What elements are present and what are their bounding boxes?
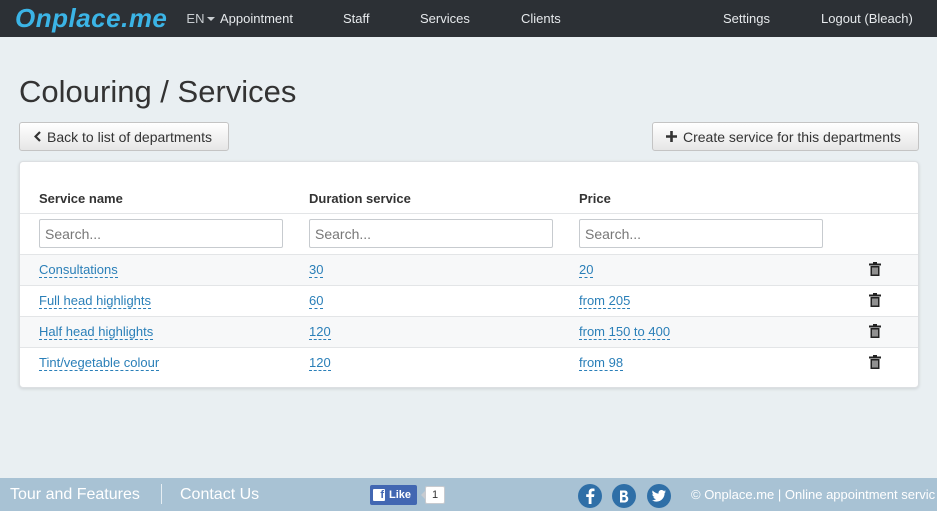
- twitter-icon[interactable]: [647, 484, 671, 508]
- plus-icon: [666, 129, 677, 145]
- create-service-label: Create service for this departments: [683, 128, 901, 145]
- trash-icon[interactable]: [869, 324, 881, 338]
- services-table-panel: Service name Duration service Price Cons…: [19, 161, 919, 388]
- price-link[interactable]: 20: [579, 262, 594, 278]
- trash-icon[interactable]: [869, 293, 881, 307]
- search-duration-input[interactable]: [309, 219, 553, 248]
- table-row: [20, 317, 918, 348]
- header-price: Price: [579, 191, 611, 206]
- duration-link[interactable]: 60: [309, 293, 324, 309]
- like-label: Like: [389, 489, 412, 501]
- contact-us-link[interactable]: Contact Us: [180, 486, 259, 504]
- service-name-link[interactable]: Consultations: [39, 262, 118, 278]
- price-link[interactable]: from 98: [579, 355, 624, 371]
- price-link[interactable]: from 150 to 400: [579, 324, 671, 340]
- search-price-input[interactable]: [579, 219, 823, 248]
- facebook-icon: f: [373, 489, 385, 501]
- facebook-icon[interactable]: [578, 484, 602, 508]
- service-name-link[interactable]: Tint/vegetable colour: [39, 355, 160, 371]
- page-title: Colouring / Services: [19, 74, 297, 109]
- copyright-text: © Onplace.me | Online appointment servic: [691, 487, 936, 502]
- nav-services[interactable]: Services: [420, 11, 470, 26]
- duration-link[interactable]: 120: [309, 324, 331, 340]
- tour-features-link[interactable]: Tour and Features: [10, 486, 140, 504]
- nav-clients[interactable]: Clients: [521, 11, 561, 26]
- header-service-name: Service name: [39, 191, 123, 206]
- service-name-link[interactable]: Full head highlights: [39, 293, 152, 309]
- search-service-name-input[interactable]: [39, 219, 283, 248]
- trash-icon[interactable]: [869, 355, 881, 369]
- like-count: 1: [421, 486, 445, 504]
- price-link[interactable]: from 205: [579, 293, 631, 309]
- chevron-down-icon: [207, 16, 216, 21]
- language-dropdown[interactable]: EN: [186, 11, 216, 26]
- chevron-left-icon: [33, 129, 41, 145]
- top-navbar: Onplace.me EN Appointment Staff Services…: [0, 0, 937, 37]
- divider: [20, 285, 918, 286]
- create-service-button[interactable]: Create service for this departments: [652, 122, 919, 151]
- divider: [20, 213, 918, 214]
- duration-link[interactable]: 120: [309, 355, 331, 371]
- facebook-like-button[interactable]: f Like: [370, 485, 417, 505]
- nav-staff[interactable]: Staff: [343, 11, 370, 26]
- nav-logout[interactable]: Logout (Bleach): [821, 11, 913, 26]
- nav-settings[interactable]: Settings: [723, 11, 770, 26]
- duration-link[interactable]: 30: [309, 262, 324, 278]
- service-name-link[interactable]: Half head highlights: [39, 324, 154, 340]
- back-button-label: Back to list of departments: [47, 128, 212, 145]
- divider: [20, 347, 918, 348]
- brand-logo[interactable]: Onplace.me: [15, 0, 167, 37]
- trash-icon[interactable]: [869, 262, 881, 276]
- back-button[interactable]: Back to list of departments: [19, 122, 229, 151]
- vk-icon[interactable]: [612, 484, 636, 508]
- nav-appointment[interactable]: Appointment: [220, 11, 293, 26]
- language-label: EN: [186, 11, 205, 26]
- table-row: [20, 255, 918, 286]
- footer-separator: [161, 484, 162, 504]
- header-duration: Duration service: [309, 191, 411, 206]
